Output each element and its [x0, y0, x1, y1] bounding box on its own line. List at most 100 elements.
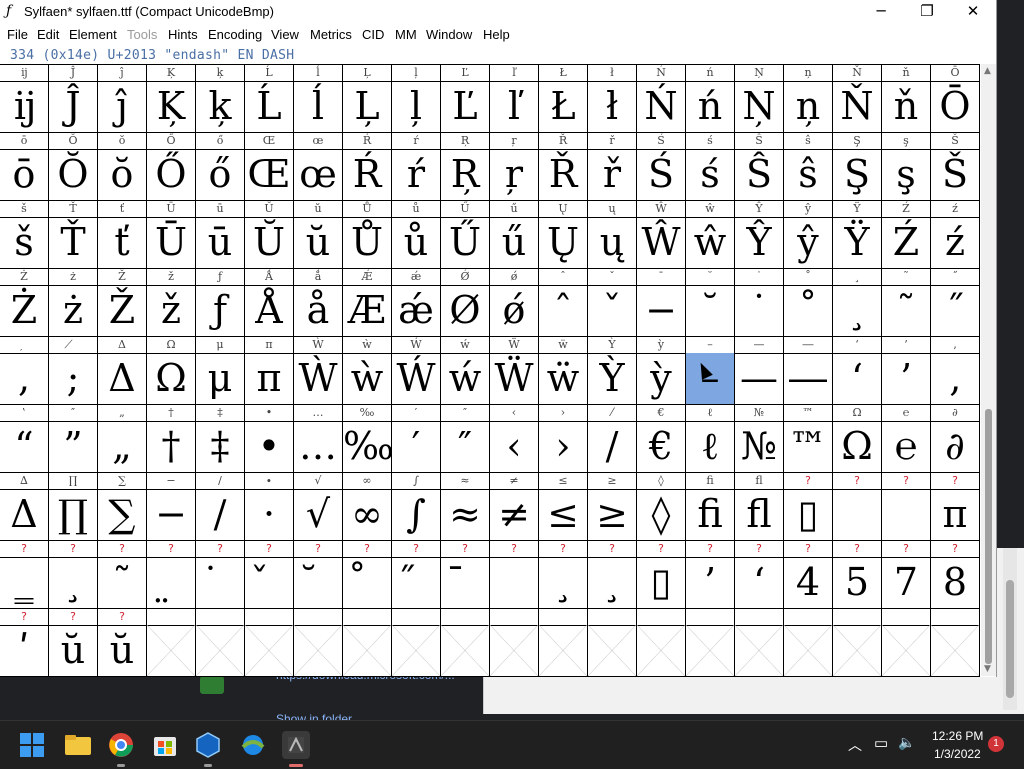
- glyph-cell[interactable]: ỲỲ: [588, 337, 637, 405]
- glyph-cell[interactable]: ?: [833, 473, 882, 541]
- glyph-cell[interactable]: ΩΩ: [833, 405, 882, 473]
- glyph-cell[interactable]: ℮ ℮: [882, 405, 931, 473]
- glyph-cell[interactable]: ŌŌ: [931, 65, 980, 133]
- glyph-cell[interactable]: ŽŽ: [98, 269, 147, 337]
- glyph-cell[interactable]: ŚŚ: [637, 133, 686, 201]
- glyph-cell[interactable]: ŔŔ: [343, 133, 392, 201]
- glyph-cell[interactable]: ? ¸: [49, 541, 98, 609]
- close-button[interactable]: ✕: [950, 0, 996, 24]
- glyph-cell[interactable]: ∂ ∂: [931, 405, 980, 473]
- glyph-cell[interactable]: ŸŸ: [833, 201, 882, 269]
- background-scrollbar[interactable]: [1003, 548, 1017, 710]
- network-app-icon[interactable]: [239, 731, 267, 759]
- glyph-cell[interactable]: ŰŰ: [441, 201, 490, 269]
- glyph-cell[interactable]: ŃŃ: [637, 65, 686, 133]
- glyph-cell[interactable]: ˆˆ: [539, 269, 588, 337]
- glyph-cell[interactable]: ΔΔ: [98, 337, 147, 405]
- glyph-cell[interactable]: ππ: [245, 337, 294, 405]
- glyph-cell[interactable]: ‡ ‡: [196, 405, 245, 473]
- glyph-cell[interactable]: ≈ ≈: [441, 473, 490, 541]
- glyph-cell[interactable]: ∏ ∏: [49, 473, 98, 541]
- glyph-cell[interactable]: ∑ ∑: [98, 473, 147, 541]
- glyph-cell[interactable]: ľľ: [490, 65, 539, 133]
- glyph-cell[interactable]: ŹŹ: [882, 201, 931, 269]
- glyph-cell[interactable]: ŮŮ: [343, 201, 392, 269]
- glyph-cell[interactable]: ″”: [49, 405, 98, 473]
- store-icon[interactable]: [151, 731, 179, 759]
- glyph-cell[interactable]: ŅŅ: [735, 65, 784, 133]
- glyph-cell[interactable]: ∙ ·: [245, 473, 294, 541]
- glyph-cell[interactable]: ǽǽ: [392, 269, 441, 337]
- glyph-cell[interactable]: ? 5: [833, 541, 882, 609]
- glyph-cell[interactable]: ?: [882, 473, 931, 541]
- glyph-cell[interactable]: [343, 609, 392, 677]
- glyph-cell[interactable]: ≠ ≠: [490, 473, 539, 541]
- menu-tools[interactable]: Tools: [127, 27, 157, 42]
- menu-element[interactable]: Element: [69, 27, 117, 42]
- glyph-cell[interactable]: • •: [245, 405, 294, 473]
- title-bar[interactable]: ƒ Sylfaen* sylfaen.ttf (Compact UnicodeB…: [0, 0, 996, 24]
- glyph-cell[interactable]: ‰ ‰: [343, 405, 392, 473]
- glyph-cell[interactable]: ŬŬ: [245, 201, 294, 269]
- glyph-cell[interactable]: ǻå: [294, 269, 343, 337]
- glyph-cell[interactable]: ŁŁ: [539, 65, 588, 133]
- glyph-cell[interactable]: ◊ ◊: [637, 473, 686, 541]
- menu-encoding[interactable]: Encoding: [208, 27, 262, 42]
- menu-mm[interactable]: MM: [395, 27, 417, 42]
- glyph-cell[interactable]: ∫ ∫: [392, 473, 441, 541]
- glyph-cell[interactable]: ŵŵ: [686, 201, 735, 269]
- glyph-cell[interactable]: [392, 609, 441, 677]
- glyph-cell[interactable]: ? ‗: [0, 541, 49, 609]
- glyph-cell[interactable]: ǿǿ: [490, 269, 539, 337]
- glyph-cell[interactable]: ¸ ¸: [833, 269, 882, 337]
- glyph-cell[interactable]: ūū: [196, 201, 245, 269]
- glyph-cell[interactable]: ŘŘ: [539, 133, 588, 201]
- glyph-cell[interactable]: ŷŷ: [784, 201, 833, 269]
- glyph-cell[interactable]: ẄẄ: [490, 337, 539, 405]
- glyph-cell[interactable]: ǾØ: [441, 269, 490, 337]
- glyph-cell[interactable]: ― ―: [784, 337, 833, 405]
- glyph-cell[interactable]: ?̌: [245, 541, 294, 609]
- menu-help[interactable]: Help: [483, 27, 510, 42]
- glyph-cell[interactable]: ǼÆ: [343, 269, 392, 337]
- glyph-cell[interactable]: ĵĵ: [98, 65, 147, 133]
- glyph-cell[interactable]: ?’: [686, 541, 735, 609]
- glyph-cell[interactable]: [784, 609, 833, 677]
- glyph-cell[interactable]: ŻŻ: [0, 269, 49, 337]
- volume-icon[interactable]: 🔈: [898, 734, 915, 751]
- glyph-cell[interactable]: űű: [490, 201, 539, 269]
- glyph-cell[interactable]: ŠŠ: [931, 133, 980, 201]
- glyph-cell[interactable]: ẅẅ: [539, 337, 588, 405]
- glyph-cell[interactable]: ˝ ˝: [931, 269, 980, 337]
- glyph-cell[interactable]: ŪŪ: [147, 201, 196, 269]
- glyph-cell[interactable]: ẀẀ: [294, 337, 343, 405]
- menu-hints[interactable]: Hints: [168, 27, 198, 42]
- glyph-cell[interactable]: ẁẁ: [343, 337, 392, 405]
- start-icon[interactable]: [20, 733, 44, 757]
- glyph-cell[interactable]: ķķ: [196, 65, 245, 133]
- glyph-cell[interactable]: [490, 609, 539, 677]
- glyph-cell[interactable]: śś: [686, 133, 735, 201]
- glyph-cell[interactable]: [735, 609, 784, 677]
- glyph-cell[interactable]: žž: [147, 269, 196, 337]
- glyph-cell[interactable]: [147, 609, 196, 677]
- glyph-grid-scrollbar[interactable]: ▲ ▼: [981, 64, 996, 676]
- glyph-cell[interactable]: ŞŞ: [833, 133, 882, 201]
- glyph-cell[interactable]: œœ: [294, 133, 343, 201]
- scroll-thumb[interactable]: [985, 409, 992, 664]
- glyph-cell[interactable]: ŏŏ: [98, 133, 147, 201]
- glyph-cell[interactable]: [686, 609, 735, 677]
- glyph-cell[interactable]: ? ▯: [637, 541, 686, 609]
- glyph-cell[interactable]: ‘‘: [833, 337, 882, 405]
- glyph-cell[interactable]: ˜ ˜: [882, 269, 931, 337]
- glyph-cell[interactable]: ƒƒ: [196, 269, 245, 337]
- glyph-cell[interactable]: ¯ −: [637, 269, 686, 337]
- glyph-cell[interactable]: šš: [0, 201, 49, 269]
- glyph-cell[interactable]: ĻĻ: [343, 65, 392, 133]
- glyph-cell[interactable]: — —: [735, 337, 784, 405]
- menu-cid[interactable]: CID: [362, 27, 384, 42]
- glyph-cell[interactable]: ?̄: [441, 541, 490, 609]
- glyph-cell[interactable]: ≤ ≤: [539, 473, 588, 541]
- glyph-cell[interactable]: ? ʹ: [0, 609, 49, 677]
- glyph-cell[interactable]: √ √: [294, 473, 343, 541]
